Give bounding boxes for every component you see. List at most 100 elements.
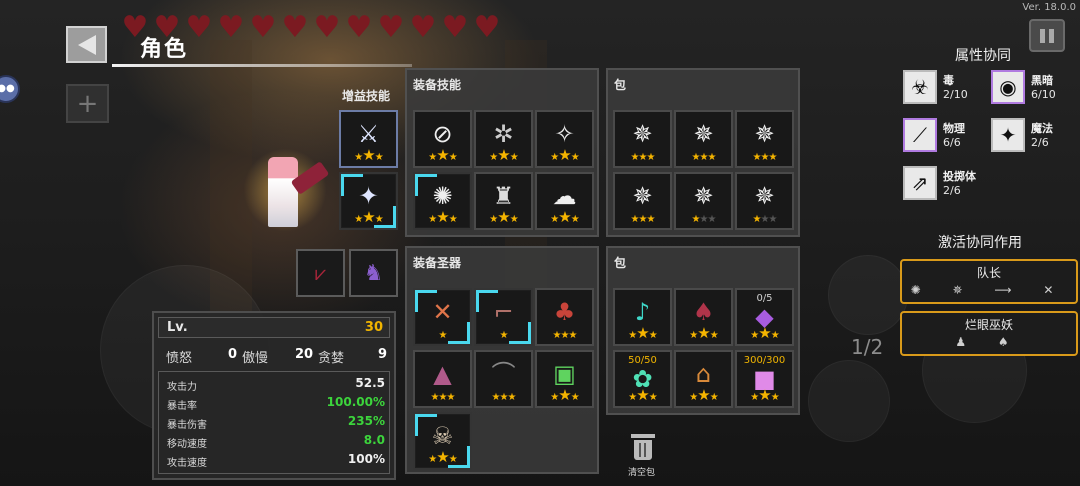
page-title: 角色 [140, 37, 189, 62]
companion-slot-bat[interactable]: ⩗ [296, 249, 345, 297]
character-sprite [240, 145, 330, 245]
attribute-synergy-title: 属性协同 [955, 48, 1011, 64]
bag-relic-slot[interactable]: ♪ ★★★ [613, 288, 672, 346]
sword-icon: ⟋ [903, 118, 937, 152]
buff-skill-slot[interactable]: ✦ ★★★ [339, 172, 398, 230]
synergy-count: 2/10 [943, 88, 968, 101]
stat-row: 攻击力 52.5 [167, 376, 385, 394]
heart-icon: ♥ [409, 10, 437, 45]
equip-skill-slot[interactable]: ✧ ★★★ [535, 110, 594, 168]
stat-label: 攻击速度 [167, 458, 207, 469]
stat-value: 100% [347, 452, 385, 466]
active-synergy-title: 激活协同作用 [938, 235, 1022, 251]
stat-value: 52.5 [355, 376, 385, 390]
equip-skill-slot[interactable]: ☁ ★★★ [535, 172, 594, 230]
relic-slot[interactable]: ☠ ★★★ [413, 412, 472, 470]
page-indicator: 1/2 [851, 335, 884, 359]
biohazard-icon: ☣ [903, 70, 937, 104]
relic-slot[interactable]: ▲ ★★★ [413, 350, 472, 408]
dark-orb-icon: ◉ [991, 70, 1025, 104]
level-row: Lv. 30 [158, 317, 390, 338]
synergy-name: 黑暗 [1031, 74, 1053, 87]
equip-skill-slot[interactable]: ✺ ★★★ [413, 172, 472, 230]
bag-relic-slot[interactable]: 50/50 ✿ ★★★ [613, 350, 672, 408]
synergy-poison[interactable]: ☣ 毒 2/10 [903, 70, 978, 106]
heart-icon: ♥ [185, 10, 213, 45]
heart-icon: ♥ [473, 10, 501, 45]
buff-skills-label: 增益技能 [342, 89, 391, 103]
clear-bag-label: 清空包 [628, 468, 656, 478]
heart-icon: ♥ [377, 10, 405, 45]
active-synergy-captain[interactable]: 队长 ✺ ✵ ⟶ ✕ [900, 259, 1078, 304]
equip-skill-slot[interactable]: ✲ ★★★ [474, 110, 533, 168]
synergy-count: 6/6 [943, 136, 961, 149]
heart-icon: ♥ [217, 10, 245, 45]
trash-icon[interactable] [628, 432, 658, 462]
level-value: 30 [364, 320, 383, 335]
active-synergy-icons: ♟ ♠ [955, 335, 1023, 349]
add-button[interactable]: + [66, 84, 109, 123]
stat-label: 移动速度 [167, 439, 207, 450]
bag-skill-slot[interactable]: ✵ ★★★ [613, 110, 672, 168]
bag-skill-slot[interactable]: ✵ ★★★ [613, 172, 672, 230]
relic-slot[interactable]: ✕ ★ [413, 288, 472, 346]
pause-button[interactable] [1029, 19, 1065, 52]
stat-label: 攻击力 [167, 382, 197, 393]
virtue-row: 愤怒 0 傲慢 20 贪婪 9 [162, 347, 390, 366]
virtue-value: 0 [228, 347, 238, 362]
stat-row: 暴击率 100.00% [167, 395, 385, 413]
equip-relics-title: 装备圣器 [413, 256, 462, 270]
bag-relic-slot[interactable]: 300/300 ■ ★★★ [735, 350, 794, 408]
virtue-value: 9 [378, 347, 388, 362]
companion-slot-beast[interactable]: ♞ [349, 249, 398, 297]
bag-relic-slot[interactable]: ⌂ ★★★ [674, 350, 733, 408]
bag-skill-slot[interactable]: ✵ ★★★ [674, 110, 733, 168]
bag-relic-slot[interactable]: 0/5 ◆ ★★★ [735, 288, 794, 346]
bag-relic-slot[interactable]: ♠ ★★★ [674, 288, 733, 346]
level-label: Lv. [167, 320, 188, 335]
synergy-dark[interactable]: ◉ 黑暗 6/10 [991, 70, 1066, 106]
heart-icon: ♥ [281, 10, 309, 45]
bag-skill-slot[interactable]: ✵ ★★★ [674, 172, 733, 230]
synergy-projectile[interactable]: ⇗ 投掷体 2/6 [903, 166, 978, 202]
active-synergy-lich[interactable]: 烂眼巫妖 ♟ ♠ [900, 311, 1078, 356]
active-synergy-name: 队长 [976, 266, 1001, 280]
heart-icon: ♥ [441, 10, 469, 45]
synergy-physical[interactable]: ⟋ 物理 6/6 [903, 118, 978, 154]
stat-value: 8.0 [363, 433, 385, 447]
bag-skill-slot[interactable]: ✵ ★★★ [735, 172, 794, 230]
synergy-name: 物理 [943, 122, 965, 135]
virtue-name: 贪婪 [318, 351, 345, 366]
synergy-count: 6/10 [1031, 88, 1056, 101]
equip-skill-slot[interactable]: ♜ ★★★ [474, 172, 533, 230]
stat-row: 移动速度 8.0 [167, 433, 385, 451]
synergy-name: 投掷体 [943, 170, 976, 183]
skill-bag-title: 包 [614, 78, 627, 92]
stats-panel: Lv. 30 愤怒 0 傲慢 20 贪婪 9 攻击力 52.5 暴击率 100.00… [152, 311, 396, 480]
synergy-name: 魔法 [1031, 122, 1053, 135]
relic-bag-title: 包 [614, 256, 627, 270]
relic-slot[interactable]: ⌒ ★★★ [474, 350, 533, 408]
stat-label: 暴击率 [167, 401, 197, 412]
relic-slot[interactable]: ▣ ★★★ [535, 350, 594, 408]
active-synergy-name: 烂眼巫妖 [964, 318, 1013, 332]
synergy-name: 毒 [943, 74, 954, 87]
buff-skill-slot[interactable]: ⚔ ★★★ [339, 110, 398, 168]
back-arrow-icon [77, 34, 96, 55]
title-underline [112, 64, 412, 67]
heart-icon: ♥ [313, 10, 341, 45]
heart-icon: ♥ [345, 10, 373, 45]
stat-value: 235% [347, 414, 385, 428]
stat-label: 暴击伤害 [167, 420, 207, 431]
active-synergy-icons: ✺ ✵ ⟶ ✕ [910, 283, 1068, 297]
stat-row: 攻击速度 100% [167, 452, 385, 470]
relic-slot[interactable]: ⌐ ★ [474, 288, 533, 346]
virtue-name: 愤怒 [166, 351, 193, 366]
equip-skills-title: 装备技能 [413, 78, 462, 92]
stats-list: 攻击力 52.5 暴击率 100.00% 暴击伤害 235% 移动速度 8.0 攻击速度… [158, 371, 390, 474]
back-button[interactable] [66, 26, 107, 63]
synergy-magic[interactable]: ✦ 魔法 2/6 [991, 118, 1066, 154]
relic-slot[interactable]: ♣ ★★★ [535, 288, 594, 346]
bag-skill-slot[interactable]: ✵ ★★★ [735, 110, 794, 168]
equip-skill-slot[interactable]: ⊘ ★★★ [413, 110, 472, 168]
